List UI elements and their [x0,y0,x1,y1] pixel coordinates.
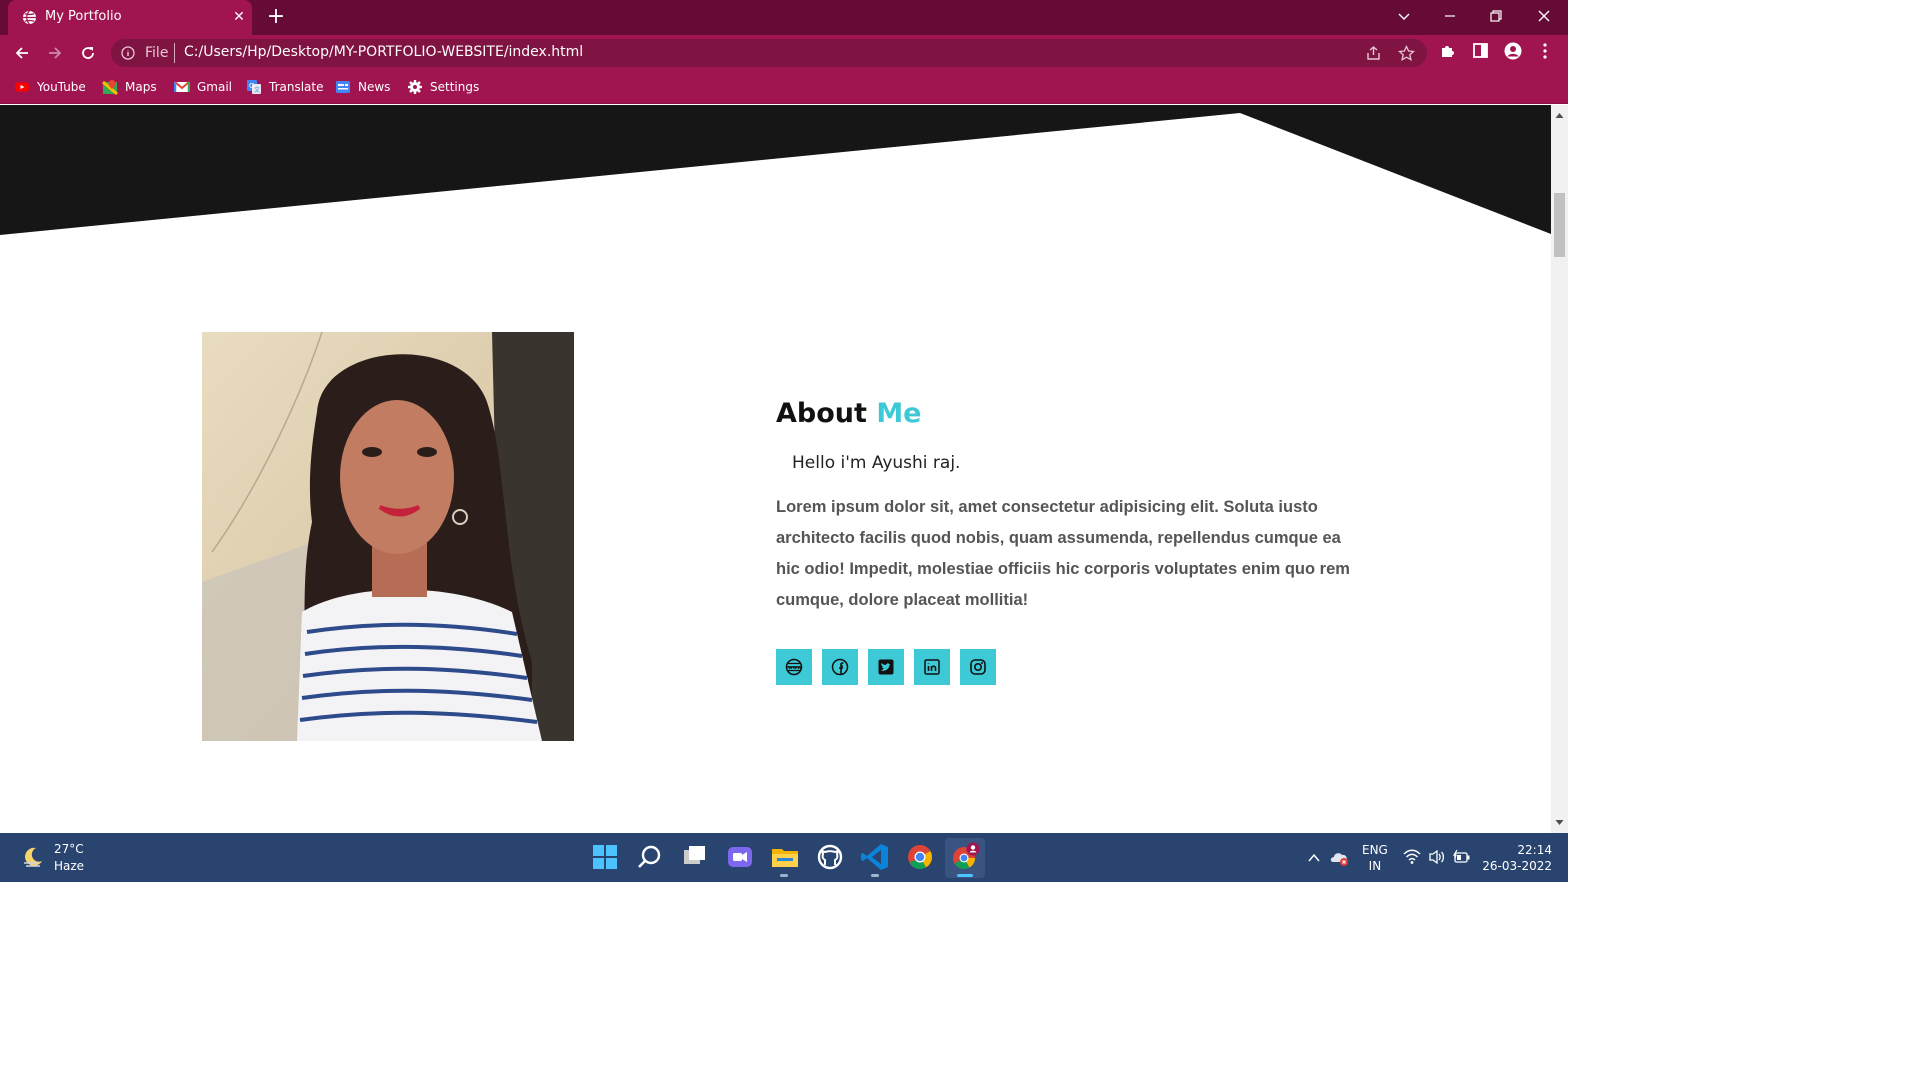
chat-icon[interactable] [724,841,756,873]
kebab-menu-icon[interactable] [1540,42,1550,60]
bookmark-label: YouTube [37,80,86,94]
onedrive-error-icon[interactable] [1330,849,1350,867]
about-description: Lorem ipsum dolor sit, amet consectetur … [776,498,1350,609]
close-tab-icon[interactable]: ✕ [230,7,248,25]
back-button[interactable] [8,39,36,67]
bookmark-settings[interactable]: Settings [407,78,479,96]
volume-icon[interactable] [1428,849,1446,865]
close-window-button[interactable] [1521,0,1567,32]
tab-search-icon[interactable] [1381,0,1427,32]
url-scheme-label: File [145,45,169,61]
about-heading-accent: Me [876,398,922,429]
page-scrollbar[interactable] [1551,105,1568,833]
chrome-profile-icon[interactable] [949,841,981,873]
clock-date: 26-03-2022 [1482,859,1552,873]
reload-icon [82,47,94,59]
windows-taskbar: 27°C Haze ENG IN 22:14 26-03-2022 [0,833,1568,882]
website-link[interactable]: www [776,649,812,685]
scrollbar-thumb[interactable] [1554,193,1565,257]
running-indicator [780,874,788,877]
browser-toolbar: File C:/Users/Hp/Desktop/MY-PORTFOLIO-WE… [0,35,1568,70]
system-clock[interactable]: 22:14 26-03-2022 [1482,842,1552,874]
file-explorer-icon[interactable] [769,841,801,873]
address-bar[interactable]: File C:/Users/Hp/Desktop/MY-PORTFOLIO-WE… [111,39,1427,67]
battery-charging-icon[interactable] [1453,849,1471,865]
twitter-link[interactable] [868,649,904,685]
hero-section-bottom [0,105,1551,235]
minimize-button[interactable] [1427,0,1473,32]
moon-haze-icon[interactable] [22,846,44,868]
start-icon[interactable] [589,841,621,873]
arrow-right-icon [49,47,62,59]
weather-condition[interactable]: Haze [54,859,84,873]
weather-temperature[interactable]: 27°C [54,842,84,856]
github-desktop-icon[interactable] [814,841,846,873]
bookmark-translate[interactable]: G文 Translate [246,78,324,96]
instagram-icon [970,659,986,675]
facebook-icon [831,658,849,676]
news-icon [336,81,350,93]
linkedin-icon [924,659,940,675]
chrome-icon[interactable] [904,841,936,873]
chevron-up-icon[interactable] [1307,851,1321,865]
bookmark-star-icon[interactable] [1398,45,1415,62]
instagram-link[interactable] [960,649,996,685]
profile-photo [202,332,574,741]
tab-strip: My Portfolio ✕ + [0,0,1568,35]
gear-icon [408,80,422,94]
bookmark-gmail[interactable]: Gmail [174,78,232,96]
reload-button[interactable] [74,39,102,67]
bookmark-youtube[interactable]: YouTube [14,78,86,96]
bookmark-label: Gmail [197,80,233,94]
bookmark-news[interactable]: News [335,78,390,96]
new-tab-button[interactable]: + [264,5,288,29]
url-text[interactable]: C:/Users/Hp/Desktop/MY-PORTFOLIO-WEBSITE… [184,44,583,60]
arrow-left-icon [15,47,28,59]
bookmark-label: Maps [125,80,157,94]
translate-icon: G文 [247,80,261,94]
maps-icon [102,80,118,95]
page-viewport: About Me Hello i'm Ayushi raj. Lorem ips… [0,105,1551,833]
svg-text:www: www [788,665,802,671]
svg-text:文: 文 [254,86,260,94]
region-code: IN [1368,859,1382,873]
extensions-icon[interactable] [1439,42,1456,59]
vscode-icon[interactable] [859,841,891,873]
bookmark-label: News [358,80,391,94]
bookmarks-bar: YouTube Maps Gmail G文 Translate News Set… [0,70,1568,104]
bookmark-label: Settings [430,80,480,94]
bookmark-maps[interactable]: Maps [102,78,157,96]
task-view-icon[interactable] [679,841,711,873]
running-indicator [871,874,879,877]
info-icon[interactable] [121,46,135,60]
omnibox-divider [174,43,175,63]
scroll-down-icon[interactable] [1555,818,1564,827]
twitter-icon [878,659,894,675]
gmail-icon [174,81,190,92]
tab-my-portfolio[interactable]: My Portfolio ✕ [8,0,252,35]
website-icon: www [785,658,803,676]
search-icon[interactable] [634,841,666,873]
language-indicator[interactable]: ENG IN [1362,842,1388,874]
youtube-icon [15,82,29,92]
forward-button[interactable] [41,39,69,67]
active-indicator [957,874,973,877]
bookmark-label: Translate [269,80,324,94]
about-greeting: Hello i'm Ayushi raj. [792,453,961,473]
linkedin-link[interactable] [914,649,950,685]
facebook-link[interactable] [822,649,858,685]
profile-avatar-icon[interactable] [1504,42,1522,60]
about-heading: About Me [776,398,922,429]
scroll-up-icon[interactable] [1555,111,1564,120]
share-icon[interactable] [1365,45,1382,62]
wifi-icon[interactable] [1403,849,1421,865]
clock-time: 22:14 [1517,843,1552,857]
restore-button[interactable] [1473,0,1519,32]
tab-title: My Portfolio [45,9,122,24]
side-panel-icon[interactable] [1472,42,1489,59]
globe-icon [22,10,37,25]
social-links: www [776,649,996,685]
about-heading-main: About [776,398,867,429]
language-code: ENG [1362,843,1388,857]
